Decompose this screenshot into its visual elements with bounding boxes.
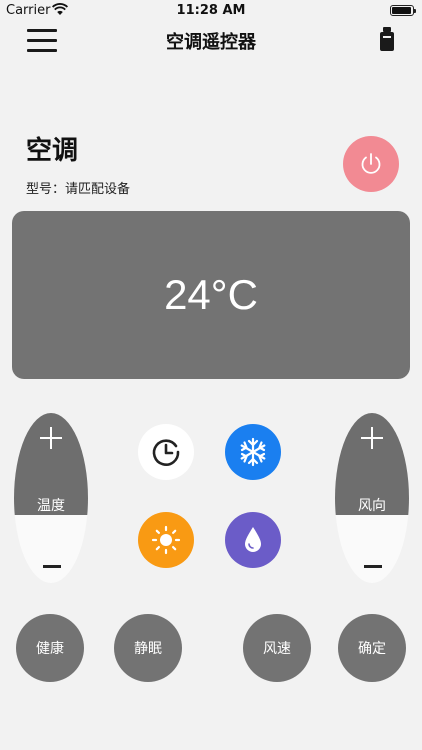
status-time: 11:28 AM bbox=[176, 3, 246, 18]
temperature-control: 温度 bbox=[14, 413, 88, 583]
battery-icon bbox=[390, 5, 416, 16]
temperature-down-button[interactable] bbox=[43, 565, 61, 568]
device-name: 空调 bbox=[26, 136, 79, 166]
fan-speed-button[interactable]: 风速 bbox=[243, 614, 311, 682]
dry-mode-button[interactable] bbox=[225, 512, 281, 568]
device-model: 型号：请匹配设备 bbox=[26, 182, 131, 197]
snowflake-icon bbox=[240, 437, 266, 467]
temperature-label: 温度 bbox=[37, 498, 65, 514]
wind-direction-label: 风向 bbox=[358, 498, 386, 514]
temperature-up-button[interactable] bbox=[40, 427, 62, 449]
confirm-button[interactable]: 确定 bbox=[338, 614, 406, 682]
temperature-display: 24°C bbox=[12, 211, 410, 379]
wind-direction-down-button[interactable] bbox=[364, 565, 382, 568]
wind-direction-control: 风向 bbox=[335, 413, 409, 583]
power-icon bbox=[361, 153, 381, 174]
heat-mode-button[interactable] bbox=[138, 512, 194, 568]
timer-button[interactable] bbox=[138, 424, 194, 480]
remote-control-icon[interactable] bbox=[380, 27, 394, 51]
page-title: 空调遥控器 bbox=[166, 32, 256, 53]
wind-direction-up-button[interactable] bbox=[361, 427, 383, 449]
water-drop-icon bbox=[245, 527, 261, 552]
sleep-button[interactable]: 静眠 bbox=[114, 614, 182, 682]
nav-bar: 空调遥控器 bbox=[0, 22, 422, 62]
cool-mode-button[interactable] bbox=[225, 424, 281, 480]
health-button[interactable]: 健康 bbox=[16, 614, 84, 682]
timer-icon bbox=[152, 439, 180, 466]
temperature-readout: 24°C bbox=[164, 271, 258, 318]
power-button[interactable] bbox=[343, 136, 399, 192]
status-bar: Carrier 11:28 AM bbox=[0, 0, 422, 22]
sun-icon bbox=[151, 525, 181, 555]
